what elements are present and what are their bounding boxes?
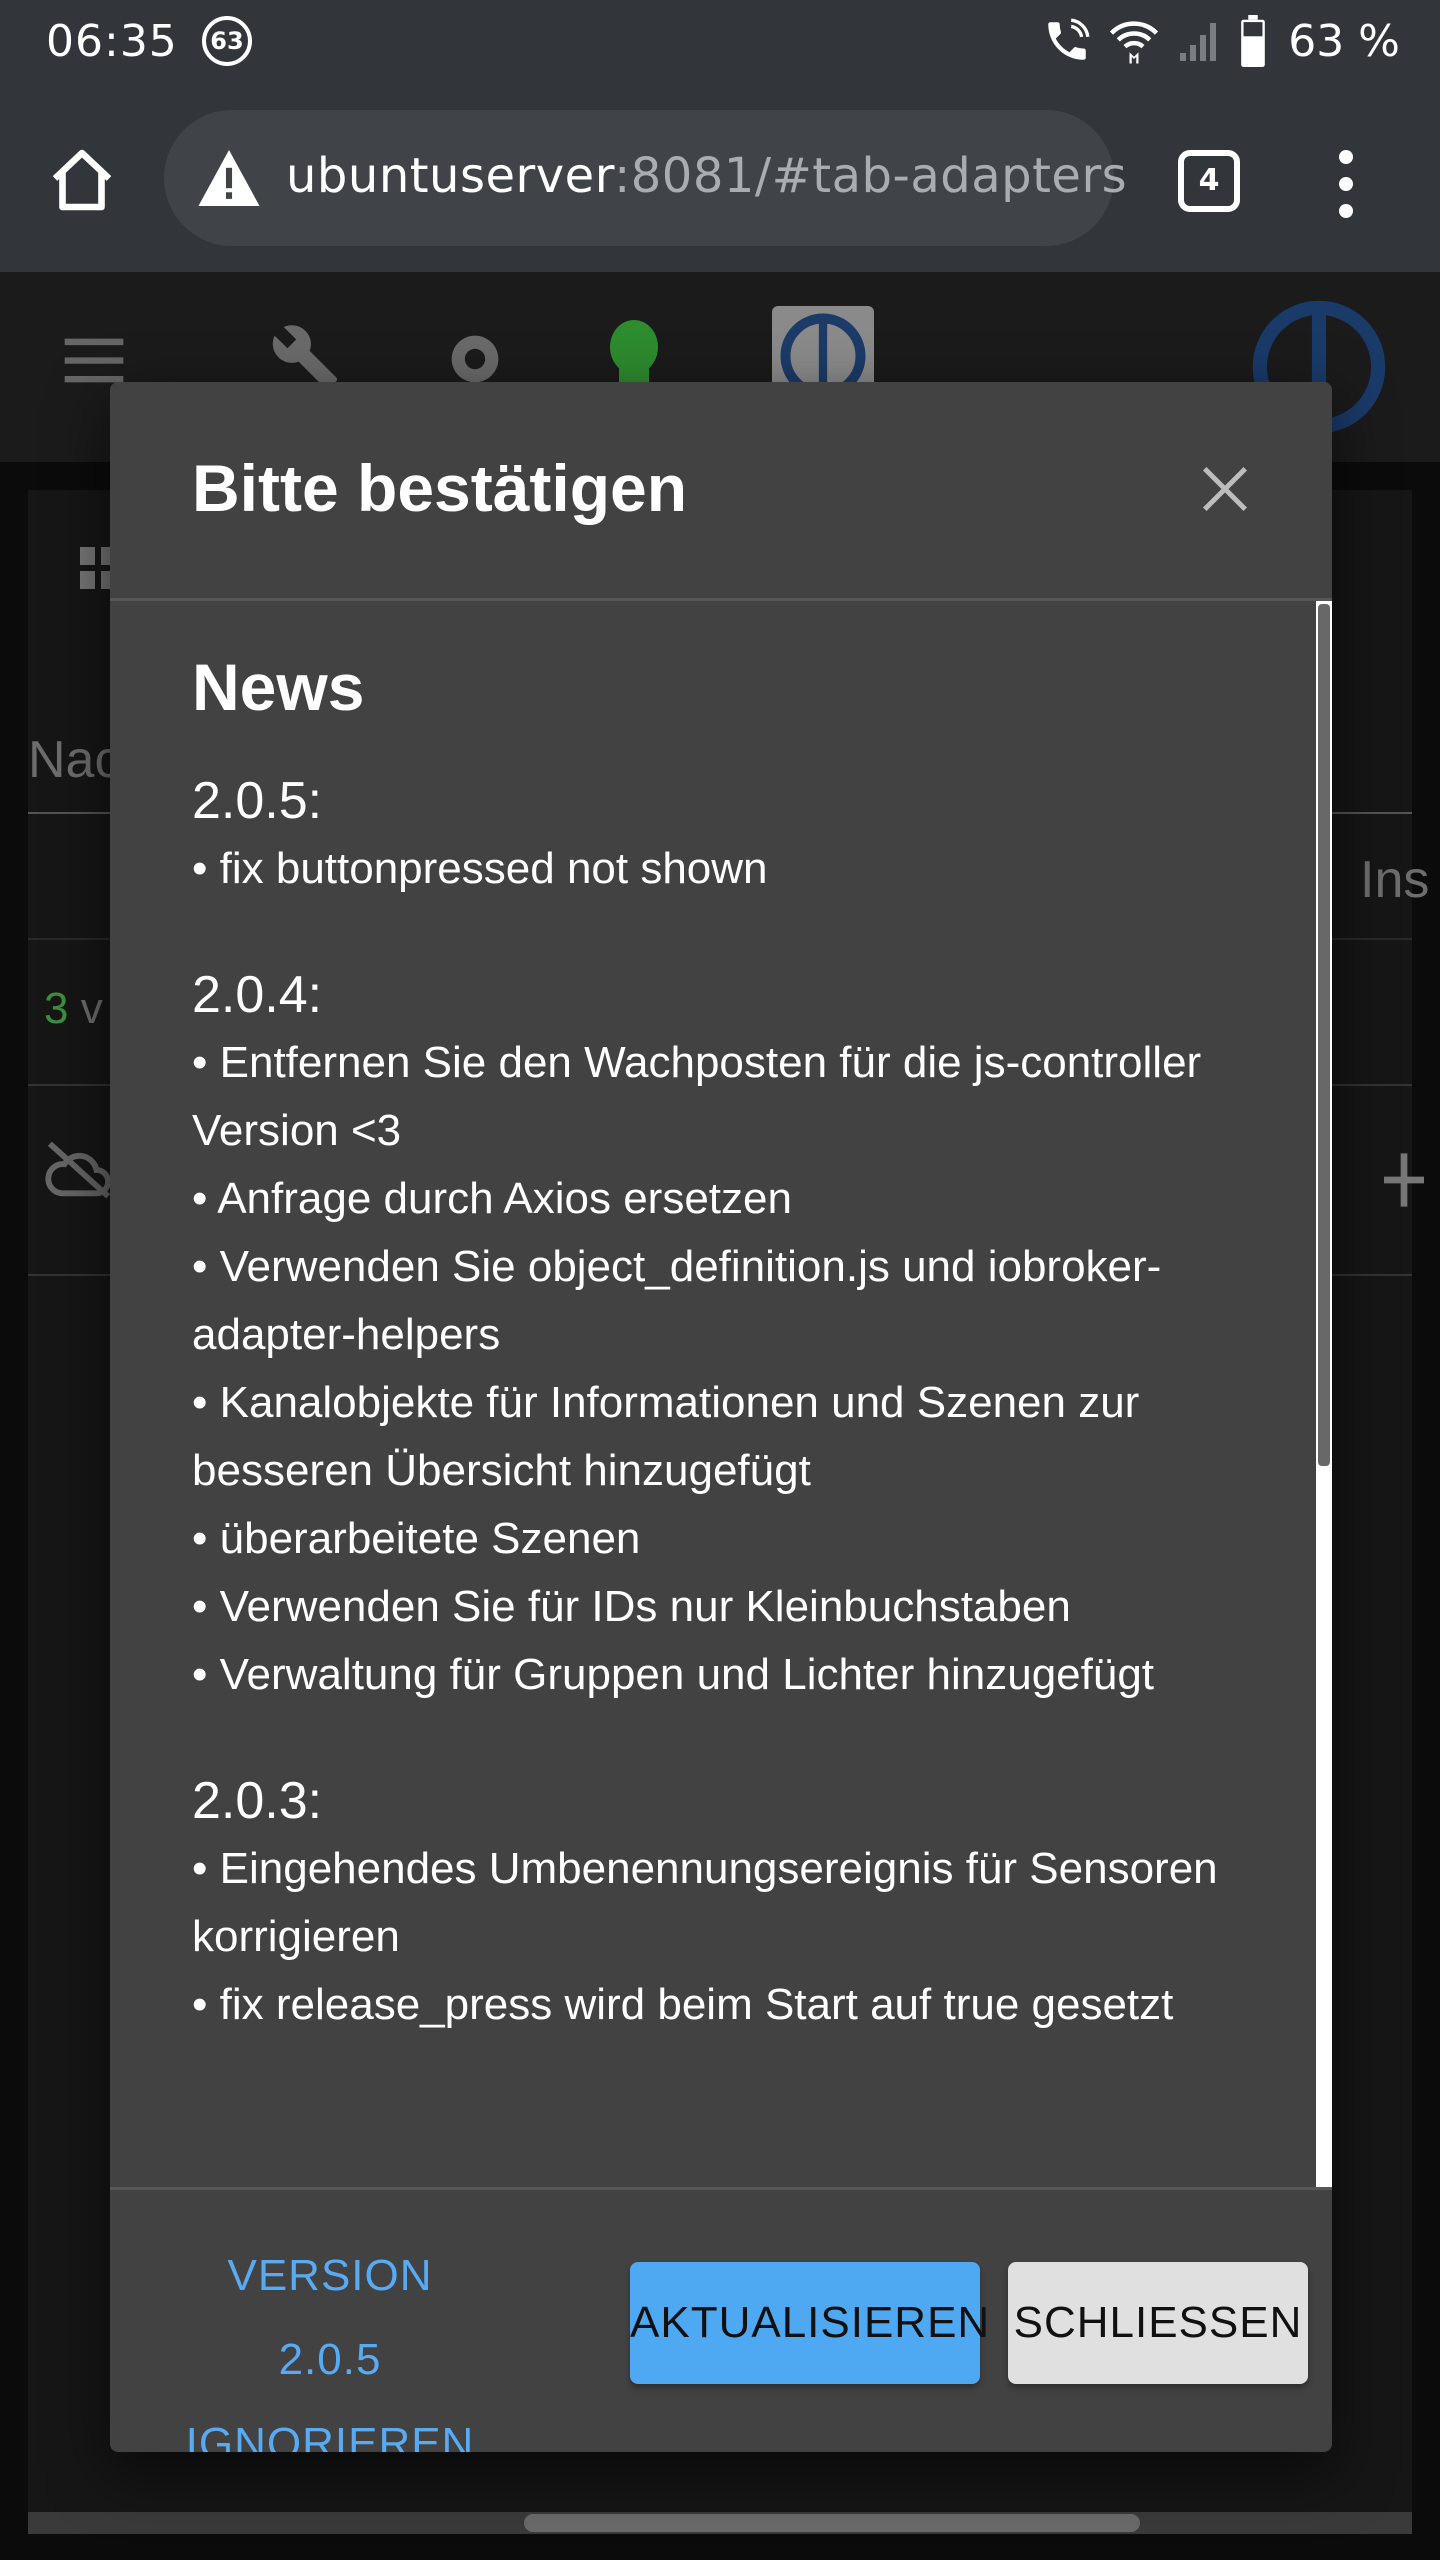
news-content[interactable]: News 2.0.5: • fix buttonpressed not shown… [110, 601, 1316, 2187]
adapter-count-number: 3 [44, 984, 69, 1033]
changelog-version-block: 2.0.3: • Eingehendes Umbenennungsereignis… [192, 1767, 1234, 2039]
version-label: 2.0.3: [192, 1772, 323, 1830]
version-label: 2.0.4: [192, 966, 323, 1024]
filter-label: Nac [28, 731, 121, 789]
changelog-version-block: 2.0.5: • fix buttonpressed not shown [192, 767, 1234, 903]
call-wifi-icon [1048, 18, 1090, 60]
home-icon[interactable] [46, 144, 118, 216]
page-scrollbar-thumb[interactable] [524, 2514, 1140, 2532]
url-host: ubuntuserver [286, 148, 615, 204]
warning-icon[interactable] [198, 150, 260, 206]
confirm-dialog: Bitte bestätigen News 2.0.5: • fix button… [110, 382, 1332, 2452]
url-path: :8081/#tab-adapters [614, 148, 1128, 204]
battery-icon [1241, 15, 1266, 67]
changelog-entry: • Verwaltung für Gruppen und Lichter hin… [192, 1650, 1155, 1699]
dialog-scrollbar-thumb[interactable] [1318, 604, 1330, 1466]
version-label: 2.0.5: [192, 772, 323, 830]
ignore-version-label-1: VERSION 2.0.5 [227, 2251, 433, 2384]
adapter-count: 3 v [44, 984, 103, 1034]
news-heading: News [192, 650, 365, 724]
column-header-installed: Ins [1360, 851, 1430, 909]
status-time: 06:35 [46, 16, 178, 67]
tab-switcher-button[interactable]: 4 [1178, 150, 1240, 212]
ignore-version-button[interactable]: VERSION 2.0.5 IGNORIEREN [180, 2234, 480, 2452]
adapter-count-suffix: v [80, 984, 103, 1033]
battery-percent: 63 % [1288, 15, 1400, 67]
browser-menu-icon[interactable] [1326, 150, 1366, 230]
changelog-entry: • fix buttonpressed not shown [192, 844, 768, 893]
changelog-entry: • Eingehendes Umbenennungsereignis für S… [192, 1844, 1218, 1961]
signal-icon [1180, 23, 1217, 61]
close-button[interactable]: SCHLIESSEN [1008, 2262, 1308, 2384]
changelog-entry: • überarbeitete Szenen [192, 1514, 641, 1563]
ignore-version-label-2: IGNORIEREN [185, 2419, 475, 2452]
browser-toolbar: ubuntuserver:8081/#tab-adapters 4 [0, 82, 1440, 272]
status-icons: 63 % [1042, 14, 1400, 68]
changelog-entry: • Verwenden Sie object_definition.js und… [192, 1242, 1162, 1359]
cloud-off-icon[interactable] [44, 1140, 114, 1200]
changelog-entry: • fix release_press wird beim Start auf … [192, 1980, 1174, 2029]
wifi-icon [1110, 21, 1159, 64]
changelog-entry: • Kanalobjekte für Informationen und Sze… [192, 1378, 1140, 1495]
changelog-list: 2.0.5: • fix buttonpressed not shown 2.0.4… [192, 767, 1234, 2039]
update-button[interactable]: AKTUALISIEREN [630, 2262, 989, 2384]
changelog-entry: • Anfrage durch Axios ersetzen [192, 1174, 792, 1223]
hamburger-menu-icon[interactable] [62, 332, 126, 388]
changelog-version-block: 2.0.4: • Entfernen Sie den Wachposten für… [192, 961, 1234, 1709]
status-bar: 06:35 63 63 % [0, 0, 1440, 82]
dialog-actions: VERSION 2.0.5 IGNORIEREN AKTUALISIEREN S… [110, 2190, 1332, 2452]
changelog-entry: • Entfernen Sie den Wachposten für die j… [192, 1038, 1202, 1155]
url-text[interactable]: ubuntuserver:8081/#tab-adapters [286, 148, 1127, 204]
dialog-title: Bitte bestätigen [192, 451, 688, 525]
add-icon[interactable] [1384, 1152, 1424, 1208]
url-bar[interactable]: ubuntuserver:8081/#tab-adapters [164, 110, 1127, 246]
close-icon[interactable] [1198, 462, 1252, 516]
notification-count-icon: 63 [202, 16, 252, 66]
changelog-entry: • Verwenden Sie für IDs nur Kleinbuchsta… [192, 1582, 1071, 1631]
